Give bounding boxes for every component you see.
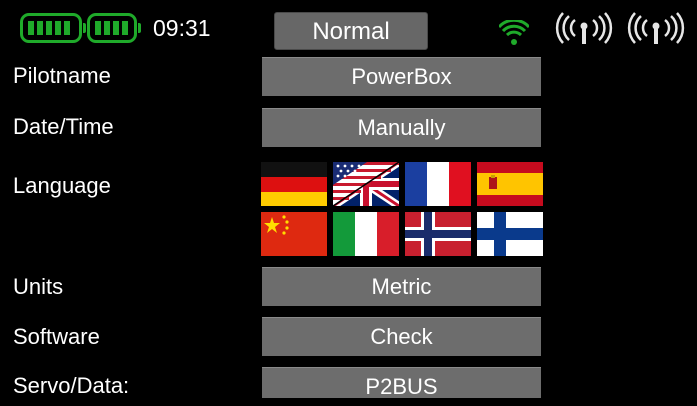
flag-germany-icon[interactable] [261, 162, 327, 206]
clock-time: 09:31 [153, 15, 211, 41]
flag-china-icon[interactable] [261, 212, 327, 256]
mode-button[interactable]: Normal [274, 12, 428, 50]
antenna-icon [627, 12, 685, 51]
battery-icon [87, 13, 141, 43]
pilotname-field[interactable]: PowerBox [262, 57, 541, 96]
software-button[interactable]: Check [262, 317, 541, 356]
flag-norway-icon[interactable] [405, 212, 471, 256]
software-label: Software [13, 324, 100, 349]
flag-finland-icon[interactable] [477, 212, 543, 256]
flag-spain-icon[interactable] [477, 162, 543, 206]
datetime-field[interactable]: Manually [262, 108, 541, 147]
battery-icon [20, 13, 86, 43]
antenna-icon [555, 12, 613, 51]
pilotname-label: Pilotname [13, 63, 111, 88]
flag-italy-icon[interactable] [333, 212, 399, 256]
servo-data-field[interactable]: P2BUS [262, 367, 541, 399]
datetime-label: Date/Time [13, 114, 114, 139]
units-field[interactable]: Metric [262, 267, 541, 306]
flag-france-icon[interactable] [405, 162, 471, 206]
servo-data-label: Servo/Data: [13, 373, 130, 398]
units-label: Units [13, 274, 64, 299]
flag-usa-uk-icon[interactable] [333, 162, 399, 206]
wifi-icon [497, 18, 531, 51]
language-label: Language [13, 173, 111, 198]
